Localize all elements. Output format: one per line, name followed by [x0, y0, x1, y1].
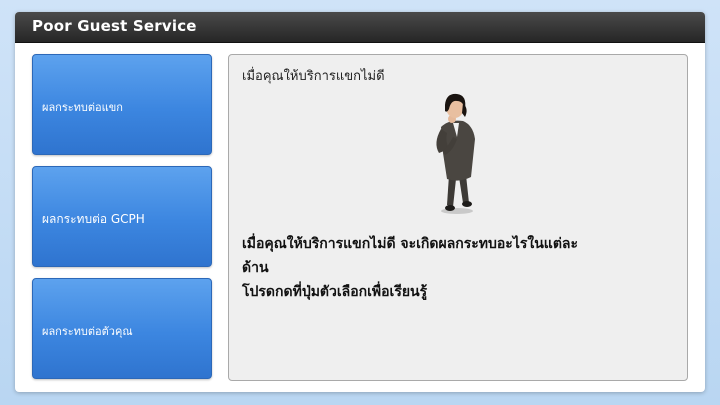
content-panel: เมื่อคุณให้บริการแขกไม่ดี เมื่อคุณให้บริ… [228, 54, 688, 381]
title-bar: Poor Guest Service [15, 12, 705, 43]
guest-impact-button[interactable]: ผลกระทบต่อแขก [32, 54, 212, 155]
instruction-line-1: เมื่อคุณให้บริการแขกไม่ดี จะเกิดผลกระทบอ… [242, 236, 579, 252]
page-title: Poor Guest Service [32, 17, 197, 35]
slide-frame: Poor Guest Service ผลกระทบต่อแขก ผลกระทบ… [15, 12, 705, 392]
content-heading: เมื่อคุณให้บริการแขกไม่ดี [242, 69, 385, 84]
businesswoman-thinking-icon [419, 93, 489, 218]
gcph-impact-button-label: ผลกระทบต่อ GCPH [42, 212, 145, 226]
instruction-line-2: ด้าน [242, 260, 269, 276]
instruction-text: เมื่อคุณให้บริการแขกไม่ดี จะเกิดผลกระทบอ… [242, 232, 672, 304]
self-impact-button-label: ผลกระทบต่อตัวคุณ [42, 325, 133, 338]
gcph-impact-button[interactable]: ผลกระทบต่อ GCPH [32, 166, 212, 267]
instruction-line-3: โปรดกดที่ปุ่มตัวเลือกเพื่อเรียนรู้ [242, 284, 428, 300]
guest-impact-button-label: ผลกระทบต่อแขก [42, 101, 123, 114]
self-impact-button[interactable]: ผลกระทบต่อตัวคุณ [32, 278, 212, 379]
